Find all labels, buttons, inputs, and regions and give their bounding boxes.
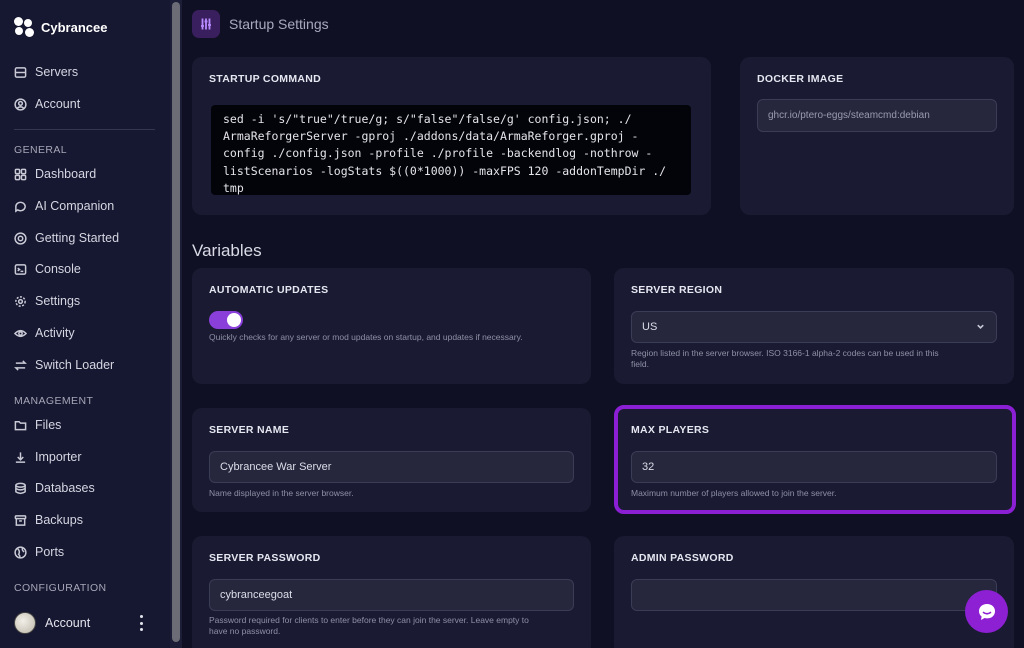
server-region-help: Region listed in the server browser. ISO…	[631, 348, 939, 370]
sidebar-item-label: Backups	[35, 513, 83, 527]
admin-password-card: ADMIN PASSWORD	[614, 536, 1014, 648]
sidebar-item-console[interactable]: Console	[14, 260, 81, 278]
sidebar-item-label: Ports	[35, 545, 65, 559]
sidebar-item-dashboard[interactable]: Dashboard	[14, 165, 96, 183]
chat-icon	[15, 201, 26, 213]
server-password-card: SERVER PASSWORD cybranceegoat Password r…	[192, 536, 591, 648]
server-icon	[14, 66, 27, 78]
automatic-updates-toggle[interactable]	[209, 311, 243, 329]
sidebar-item-label: Dashboard	[35, 167, 97, 181]
sidebar-item-servers[interactable]: Servers	[14, 63, 78, 81]
server-name-card: SERVER NAME Cybrancee War Server Name di…	[192, 408, 591, 512]
docker-image-card: DOCKER IMAGE ghcr.io/ptero-eggs/steamcmd…	[740, 57, 1014, 215]
admin-password-label: ADMIN PASSWORD	[631, 552, 734, 564]
startup-command-code: sed -i 's/"true"/true/g; s/"false"/false…	[211, 105, 691, 195]
download-icon	[15, 451, 26, 463]
divider	[14, 129, 155, 130]
grid-icon	[14, 168, 27, 180]
sidebar-item-activity[interactable]: Activity	[14, 324, 75, 342]
brand-name: Cybrancee	[41, 19, 108, 35]
avatar	[14, 612, 36, 634]
eye-icon	[14, 329, 27, 337]
max-players-highlight	[614, 405, 1016, 514]
sidebar-item-label: Importer	[35, 450, 82, 464]
docker-image-title: DOCKER IMAGE	[757, 73, 844, 85]
server-name-label: SERVER NAME	[209, 424, 290, 436]
sidebar-item-databases[interactable]: Databases	[14, 479, 95, 497]
kebab-menu-icon[interactable]	[137, 615, 145, 631]
admin-password-input[interactable]	[631, 579, 997, 611]
server-region-label: SERVER REGION	[631, 284, 723, 296]
sidebar-scrollbar-thumb[interactable]	[172, 2, 180, 642]
server-region-card: SERVER REGION US Region listed in the se…	[614, 268, 1014, 384]
docker-image-field[interactable]: ghcr.io/ptero-eggs/steamcmd:debian	[757, 99, 997, 132]
toggle-knob	[227, 313, 241, 327]
user-circle-icon	[14, 97, 27, 111]
help-line: Password required for clients to enter b…	[209, 615, 529, 625]
variables-heading: Variables	[192, 241, 262, 260]
account-menu[interactable]: Account	[14, 612, 90, 634]
folder-icon	[14, 420, 27, 430]
help-line: field.	[631, 359, 649, 369]
sidebar-item-backups[interactable]: Backups	[14, 511, 83, 529]
section-label-configuration: CONFIGURATION	[14, 582, 107, 594]
sidebar-item-label: Console	[35, 262, 81, 276]
page-title: Startup Settings	[229, 16, 329, 32]
page-header: Startup Settings	[192, 10, 329, 38]
chevron-down-icon	[976, 322, 985, 331]
sidebar-item-label: Switch Loader	[35, 358, 115, 372]
automatic-updates-label: AUTOMATIC UPDATES	[209, 284, 329, 296]
archive-icon	[14, 514, 27, 526]
sliders-icon	[192, 10, 220, 38]
sidebar-item-label: Databases	[35, 481, 95, 495]
database-icon	[15, 482, 26, 494]
sidebar-item-label: Files	[35, 418, 62, 432]
gear-icon	[15, 295, 26, 307]
brand[interactable]: Cybrancee	[14, 17, 107, 37]
command-line: tmp	[223, 180, 244, 195]
sidebar-item-label: Settings	[35, 294, 81, 308]
terminal-icon	[14, 263, 27, 275]
sidebar-item-label: Servers	[35, 65, 79, 79]
startup-command-title: STARTUP COMMAND	[209, 73, 322, 85]
sidebar-item-getting-started[interactable]: Getting Started	[14, 229, 119, 247]
sidebar-item-importer[interactable]: Importer	[14, 448, 82, 466]
server-region-select[interactable]: US	[631, 311, 997, 343]
sidebar-item-ai-companion[interactable]: AI Companion	[14, 197, 114, 215]
server-name-input[interactable]: Cybrancee War Server	[209, 451, 574, 483]
command-line: listScenarios -logStats $((0*1000)) -max…	[223, 163, 667, 178]
section-label-management: MANAGEMENT	[14, 395, 94, 407]
command-line: config ./config.json -profile ./profile …	[223, 146, 653, 161]
sidebar-item-label: Activity	[35, 326, 75, 340]
lifebuoy-icon	[14, 231, 27, 245]
server-password-input[interactable]: cybranceegoat	[209, 579, 574, 611]
swap-icon	[14, 359, 27, 371]
sidebar-item-label: AI Companion	[35, 199, 115, 213]
sidebar-item-label: Getting Started	[35, 231, 120, 245]
server-password-label: SERVER PASSWORD	[209, 552, 321, 564]
server-password-help: Password required for clients to enter b…	[209, 615, 529, 637]
sidebar-item-label: Account	[35, 97, 81, 111]
automatic-updates-card: AUTOMATIC UPDATES Quickly checks for any…	[192, 268, 591, 384]
server-region-value: US	[642, 321, 658, 333]
server-name-help: Name displayed in the server browser.	[209, 488, 354, 498]
sidebar-item-account[interactable]: Account	[14, 95, 80, 113]
help-line: have no password.	[209, 626, 281, 636]
globe-icon	[14, 545, 27, 559]
chat-button[interactable]	[965, 590, 1008, 633]
automatic-updates-help: Quickly checks for any server or mod upd…	[209, 332, 523, 342]
brand-logo-icon	[14, 17, 34, 37]
command-line: sed -i 's/"true"/true/g; s/"false"/false…	[223, 112, 632, 126]
sidebar-item-switch-loader[interactable]: Switch Loader	[14, 356, 114, 374]
account-name: Account	[45, 616, 91, 630]
section-label-general: GENERAL	[14, 144, 67, 156]
sidebar-item-settings[interactable]: Settings	[14, 292, 80, 310]
command-line: ArmaReforgerServer -gproj ./addons/data/…	[223, 129, 639, 144]
sidebar-item-files[interactable]: Files	[14, 416, 61, 434]
sidebar-item-ports[interactable]: Ports	[14, 543, 64, 561]
help-line: Region listed in the server browser. ISO…	[631, 348, 939, 358]
chat-bubble-icon	[978, 603, 995, 620]
sidebar: Cybrancee Servers Account GENERAL Dashbo…	[0, 0, 170, 648]
